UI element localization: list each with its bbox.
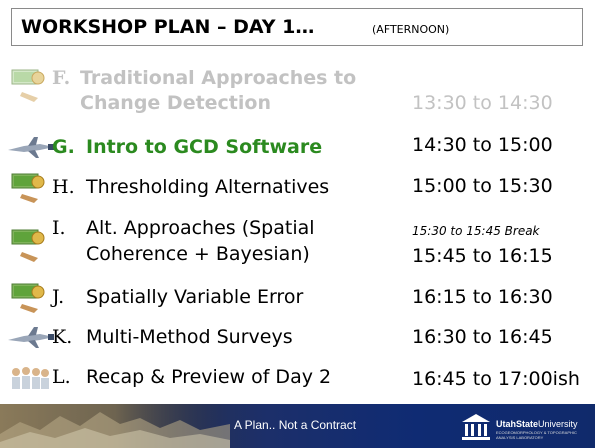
- agenda-row-h: H. Thresholding Alternatives 15:00 to 15…: [0, 170, 595, 204]
- agenda-letter: J.: [52, 286, 65, 308]
- agenda-time: 15:00 to 15:30: [412, 175, 553, 197]
- agenda-letter: L.: [52, 366, 71, 388]
- agenda-row-l: L. Recap & Preview of Day 2 16:45 to 17:…: [0, 360, 595, 396]
- agenda-label-line2: Change Detection: [80, 92, 271, 114]
- agenda-row-i: I. Alt. Approaches (Spatial Coherence + …: [0, 210, 595, 272]
- lab-name-line2: ANALYSIS LABORATORY: [496, 435, 544, 440]
- agenda-row-j: J. Spatially Variable Error 16:15 to 16:…: [0, 280, 595, 314]
- plane-icon: [8, 137, 54, 158]
- agenda-time: 13:30 to 14:30: [412, 92, 553, 114]
- agenda-label-line1: Thresholding Alternatives: [86, 176, 330, 198]
- book-globe-icon: [11, 69, 45, 102]
- page-subtitle: (AFTERNOON): [372, 23, 450, 36]
- university-name: UtahStateUniversity: [496, 419, 578, 429]
- university-name-bold: UtahState: [496, 419, 539, 429]
- plane-icon: [8, 327, 54, 348]
- book-globe-icon: [11, 283, 45, 313]
- agenda-time: 15:45 to 16:15: [412, 245, 553, 267]
- footer-text: A Plan.. Not a Contract: [234, 418, 357, 432]
- book-globe-icon: [11, 229, 45, 262]
- agenda-label-line1: Recap & Preview of Day 2: [86, 366, 332, 388]
- title-box: WORKSHOP PLAN – DAY 1… (AFTERNOON): [11, 8, 583, 46]
- agenda-letter: H.: [52, 176, 75, 198]
- agenda-row-g: G. Intro to GCD Software 14:30 to 15:00: [0, 132, 595, 162]
- agenda-row-k: K. Multi-Method Surveys 16:30 to 16:45: [0, 320, 595, 354]
- agenda-letter: G.: [52, 136, 75, 158]
- footer-banner: A Plan.. Not a Contract UtahStateUnivers…: [0, 404, 595, 448]
- agenda-label-line1: Multi-Method Surveys: [86, 326, 293, 348]
- people-icon: [12, 367, 49, 389]
- agenda-row-f: F. Traditional Approaches to Change Dete…: [0, 60, 595, 120]
- agenda-label-line1: Intro to GCD Software: [86, 136, 323, 158]
- lab-name: ECOGEOMORPHOLOGY & TOPOGRAPHIC ANALYSIS L…: [496, 430, 577, 440]
- agenda-label-line2: Coherence + Bayesian): [86, 243, 310, 265]
- agenda-label-line1: Traditional Approaches to: [80, 67, 357, 89]
- agenda-letter: K.: [52, 326, 73, 348]
- agenda-label-line1: Spatially Variable Error: [86, 286, 304, 308]
- agenda-letter: F.: [52, 67, 71, 89]
- agenda-label-line1: Alt. Approaches (Spatial: [86, 217, 315, 239]
- agenda-time: 16:45 to 17:00ish: [412, 368, 580, 390]
- agenda-letter: I.: [52, 217, 66, 239]
- terrain-image: [0, 404, 230, 448]
- book-globe-icon: [11, 173, 45, 203]
- university-name-rest: University: [538, 419, 578, 429]
- agenda-time: 14:30 to 15:00: [412, 134, 553, 156]
- agenda-time: 16:15 to 16:30: [412, 286, 553, 308]
- agenda-time: 16:30 to 16:45: [412, 326, 553, 348]
- page-title: WORKSHOP PLAN – DAY 1…: [21, 16, 315, 38]
- university-logo-icon: [462, 414, 490, 440]
